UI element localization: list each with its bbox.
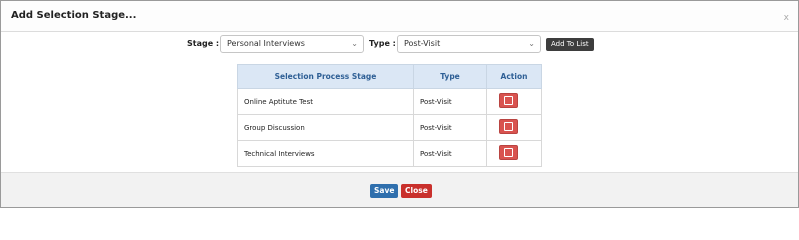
delete-icon[interactable] bbox=[499, 93, 518, 108]
close-button[interactable]: Close bbox=[401, 184, 432, 198]
chevron-down-icon: ⌄ bbox=[351, 39, 358, 48]
chevron-down-icon: ⌄ bbox=[528, 39, 535, 48]
dialog-body: Stage : Personal Interviews ⌄ Type : Pos… bbox=[1, 32, 798, 172]
cell-type: Post-Visit bbox=[413, 114, 487, 141]
cell-action bbox=[486, 140, 542, 167]
dialog-close-icon[interactable]: x bbox=[784, 13, 789, 23]
table-row: Group Discussion Post-Visit bbox=[237, 114, 542, 141]
type-select[interactable]: Post-Visit ⌄ bbox=[397, 35, 541, 53]
dialog-title: Add Selection Stage... bbox=[11, 10, 137, 21]
type-select-value: Post-Visit bbox=[404, 39, 441, 48]
cell-action bbox=[486, 114, 542, 141]
table-row: Online Aptitute Test Post-Visit bbox=[237, 88, 542, 115]
cell-stage: Online Aptitute Test bbox=[237, 88, 414, 115]
table-row: Technical Interviews Post-Visit bbox=[237, 140, 542, 167]
stage-form-row: Stage : Personal Interviews ⌄ Type : Pos… bbox=[1, 35, 798, 53]
type-label: Type : bbox=[369, 39, 396, 48]
cell-type: Post-Visit bbox=[413, 140, 487, 167]
cell-stage: Technical Interviews bbox=[237, 140, 414, 167]
stage-select-value: Personal Interviews bbox=[227, 39, 305, 48]
save-button[interactable]: Save bbox=[370, 184, 399, 198]
dialog-footer: Save Close bbox=[1, 172, 798, 207]
add-selection-stage-dialog: Add Selection Stage... x Stage : Persona… bbox=[0, 0, 799, 208]
cell-action bbox=[486, 88, 542, 115]
dialog-header: Add Selection Stage... x bbox=[1, 1, 798, 32]
cell-stage: Group Discussion bbox=[237, 114, 414, 141]
add-to-list-button[interactable]: Add To List bbox=[546, 38, 594, 51]
selection-stage-table: Selection Process Stage Type Action Onli… bbox=[237, 64, 542, 167]
cell-type: Post-Visit bbox=[413, 88, 487, 115]
stage-select[interactable]: Personal Interviews ⌄ bbox=[220, 35, 364, 53]
delete-icon[interactable] bbox=[499, 119, 518, 134]
table-header-row: Selection Process Stage Type Action bbox=[237, 64, 542, 89]
column-header-stage: Selection Process Stage bbox=[237, 64, 414, 89]
stage-label: Stage : bbox=[187, 39, 220, 48]
column-header-action: Action bbox=[486, 64, 542, 89]
delete-icon[interactable] bbox=[499, 145, 518, 160]
column-header-type: Type bbox=[413, 64, 487, 89]
